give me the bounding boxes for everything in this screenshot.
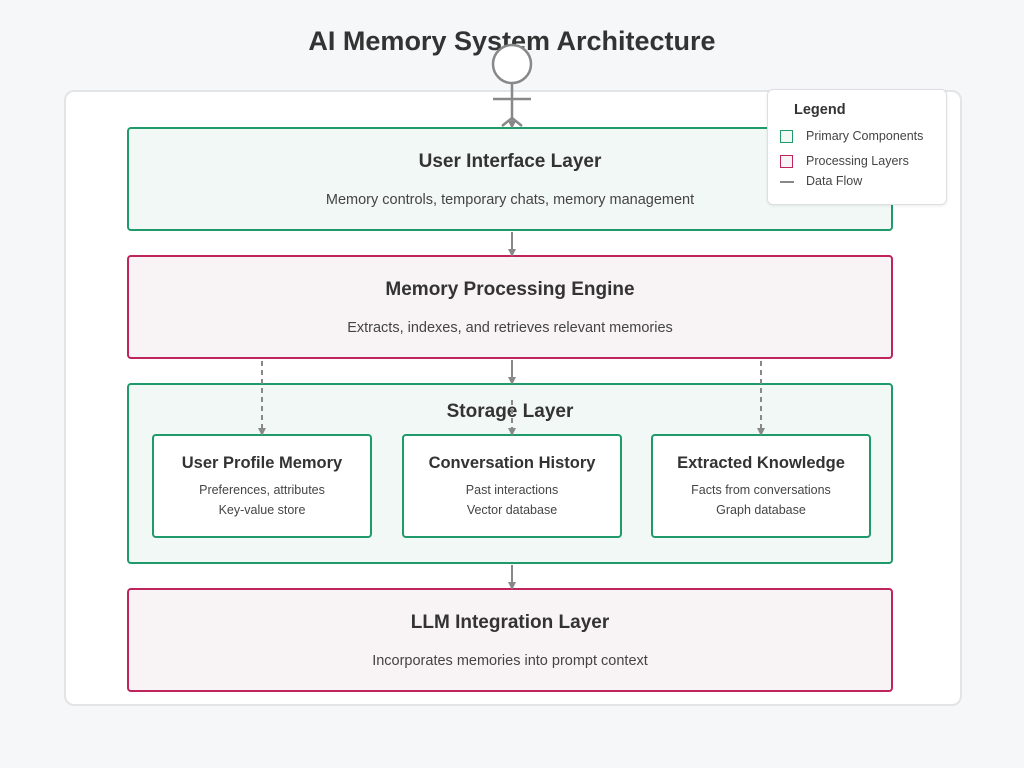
legend-label: Processing Layers bbox=[806, 154, 909, 168]
legend: Legend Primary Components Processing Lay… bbox=[767, 89, 947, 205]
primary-swatch bbox=[780, 130, 793, 143]
legend-title: Legend bbox=[794, 102, 846, 118]
processing-swatch bbox=[780, 155, 793, 168]
legend-label: Data Flow bbox=[806, 174, 863, 188]
data-flow-line-icon bbox=[780, 181, 794, 183]
legend-label: Primary Components bbox=[806, 129, 924, 143]
